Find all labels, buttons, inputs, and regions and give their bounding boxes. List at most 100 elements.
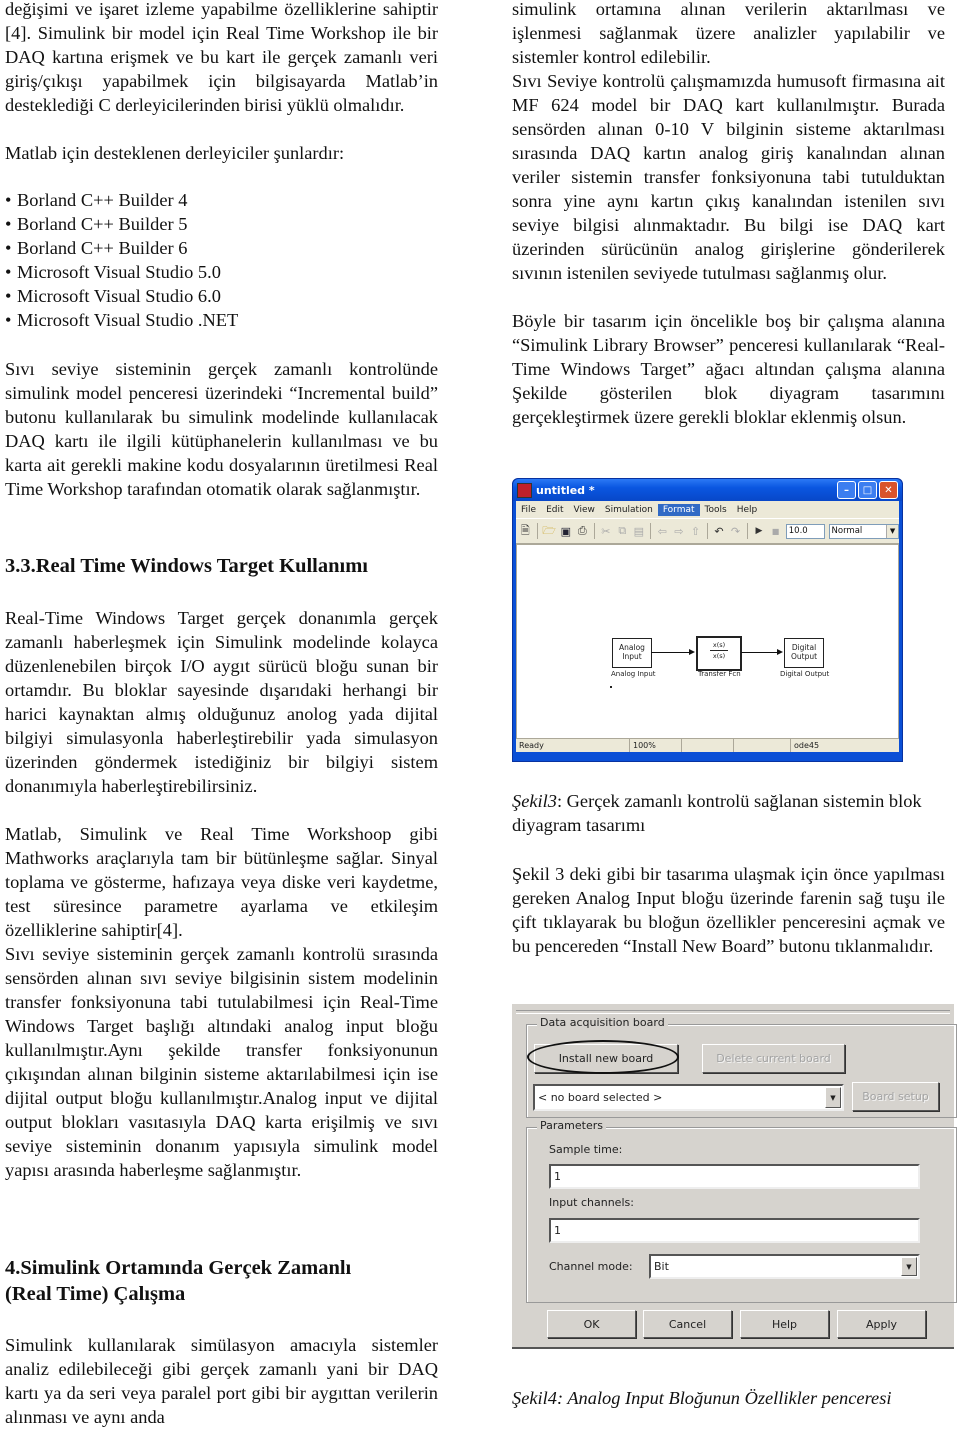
paste-icon[interactable]: ▤ <box>633 525 646 538</box>
menu-format[interactable]: Format <box>657 503 700 516</box>
board-setup-button[interactable]: Board setup <box>852 1082 939 1111</box>
toolbar-separator <box>593 523 595 539</box>
new-icon[interactable]: 🗎 <box>519 524 532 538</box>
section-4-heading: 4.Simulink Ortamında Gerçek Zamanlı (Rea… <box>5 1257 352 1305</box>
print-icon[interactable]: ⎙ <box>576 524 589 538</box>
analog-input-properties-dialog: Data acquisition board Install new board… <box>512 1004 957 1349</box>
channel-mode-select[interactable]: Bit ▼ <box>649 1254 920 1279</box>
compilers-intro: Matlab için desteklenen derleyiciler şun… <box>5 143 345 163</box>
bullet-icon: • <box>5 286 12 306</box>
list-item: • Borland C++ Builder 6 <box>5 238 188 258</box>
simulation-mode-select[interactable]: Normal ▼ <box>828 523 900 539</box>
input-channels-input[interactable]: 1 <box>549 1218 920 1243</box>
highlight-ellipse <box>527 1040 679 1074</box>
back-icon[interactable]: ⇦ <box>656 525 669 538</box>
status-state: Ready <box>516 739 630 752</box>
compiler-list: • Borland C++ Builder 4 • Borland C++ Buil… <box>5 188 438 332</box>
arrow-icon <box>689 649 695 655</box>
figure-3-caption: Şekil3: Gerçek zamanlı kontrolü sağlanan… <box>512 791 922 835</box>
rtwt-paragraph: Real-Time Windows Target gerçek donanıml… <box>5 608 438 796</box>
transfer-fcn-block[interactable]: x(s) x(s) <box>696 636 742 671</box>
signal-line <box>741 652 777 653</box>
sample-time-label: Sample time: <box>549 1143 623 1156</box>
section-4-paragraph: Simulink kullanılarak simülasyon amacıyl… <box>5 1335 438 1427</box>
up-icon[interactable]: ⇧ <box>689 525 702 538</box>
bullet-icon: • <box>5 238 12 258</box>
design-paragraph: Böyle bir tasarım için öncelikle boş bir… <box>512 311 945 427</box>
cut-icon[interactable]: ✂ <box>600 525 613 538</box>
daq-board-group-title: Data acquisition board <box>537 1016 668 1029</box>
undo-icon[interactable]: ↶ <box>713 525 726 538</box>
list-item: • Borland C++ Builder 5 <box>5 214 188 234</box>
toolbar: 🗎 🗁 ▣ ⎙ ✂ ⧉ ▤ ⇦ ⇨ ⇧ ↶ ↷ ▶ ■ 10.0 Normal ▼ <box>516 518 900 544</box>
model-canvas[interactable]: Analog Input Analog Input x(s) x(s) Tran… <box>516 544 899 739</box>
status-empty <box>682 739 734 752</box>
play-icon[interactable]: ▶ <box>753 525 766 538</box>
ok-button[interactable]: OK <box>547 1310 636 1338</box>
menu-file[interactable]: File <box>516 504 541 516</box>
apply-button[interactable]: Apply <box>837 1310 926 1338</box>
list-item: • Microsoft Visual Studio 6.0 <box>5 286 221 306</box>
toolbar-separator <box>650 523 652 539</box>
liquid-level-paragraph: Sıvı seviye sisteminin gerçek zamanlı ko… <box>5 944 438 1180</box>
digital-output-block[interactable]: Digital Output <box>784 638 824 668</box>
chevron-down-icon: ▼ <box>825 1087 841 1108</box>
stop-icon[interactable]: ■ <box>769 525 782 538</box>
fraction-bar <box>710 650 728 651</box>
menu-view[interactable]: View <box>569 504 600 516</box>
mathworks-paragraph: Matlab, Simulink ve Real Time Workshoop … <box>5 824 438 940</box>
list-item: • Microsoft Visual Studio 5.0 <box>5 262 221 282</box>
toolbar-separator <box>706 523 708 539</box>
redo-icon[interactable]: ↷ <box>729 525 742 538</box>
status-empty <box>734 739 791 752</box>
bullet-icon: • <box>5 190 12 210</box>
open-icon[interactable]: 🗁 <box>542 524 556 538</box>
toolbar-separator <box>536 523 538 539</box>
transfer-fcn-label: Transfer Fcn <box>698 670 741 678</box>
intro-paragraph: değişimi ve işaret izleme yapabilme özel… <box>5 0 438 115</box>
status-zoom: 100% <box>630 739 682 752</box>
digital-output-label: Digital Output <box>780 670 830 678</box>
menu-edit[interactable]: Edit <box>541 504 568 516</box>
cancel-button[interactable]: Cancel <box>643 1310 732 1338</box>
maximize-button[interactable]: □ <box>858 481 877 499</box>
bullet-icon: • <box>5 262 12 282</box>
save-icon[interactable]: ▣ <box>560 525 573 538</box>
analog-input-label: Analog Input <box>611 670 656 678</box>
analog-input-block[interactable]: Analog Input <box>612 638 652 668</box>
section-3-3-heading: 3.3.Real Time Windows Target Kullanımı <box>5 555 368 577</box>
chevron-down-icon: ▼ <box>886 524 899 538</box>
stop-time-input[interactable]: 10.0 <box>785 523 825 539</box>
divider <box>516 1010 950 1014</box>
close-button[interactable]: ✕ <box>879 481 898 499</box>
status-solver: ode45 <box>794 741 820 750</box>
bullet-icon: • <box>5 310 12 330</box>
minimize-button[interactable]: – <box>837 481 856 499</box>
board-select[interactable]: < no board selected > ▼ <box>533 1084 844 1111</box>
window-titlebar[interactable]: untitled * – □ ✕ <box>513 479 902 501</box>
simulink-app-icon <box>517 482 532 498</box>
continuation-paragraph: simulink ortamına alınan verilerin aktar… <box>512 0 945 67</box>
chevron-down-icon: ▼ <box>901 1257 917 1276</box>
simulink-model-window: untitled * – □ ✕ File Edit View Simulati… <box>512 478 903 762</box>
install-board-paragraph: Şekil 3 deki gibi bir tasarıma ulaşmak i… <box>512 864 945 956</box>
menu-simulation[interactable]: Simulation <box>600 504 658 516</box>
status-bar: Ready 100% ode45 <box>516 739 899 752</box>
window-title: untitled * <box>536 483 595 497</box>
help-button[interactable]: Help <box>740 1310 829 1338</box>
menu-help[interactable]: Help <box>732 504 763 516</box>
menu-bar: File Edit View Simulation Format Tools H… <box>516 501 899 518</box>
incremental-build-paragraph: Sıvı seviye sisteminin gerçek zamanlı ko… <box>5 359 438 499</box>
toolbar-separator <box>746 523 748 539</box>
list-item: • Microsoft Visual Studio .NET <box>5 310 239 330</box>
parameters-group-title: Parameters <box>537 1119 606 1132</box>
channel-mode-label: Channel mode: <box>549 1260 633 1273</box>
figure-4-caption: Şekil4: Analog Input Bloğunun Özellikler… <box>512 1388 892 1408</box>
forward-icon[interactable]: ⇨ <box>673 525 686 538</box>
signal-line <box>651 652 689 653</box>
copy-icon[interactable]: ⧉ <box>616 524 629 538</box>
sample-time-input[interactable]: 1 <box>549 1164 920 1189</box>
delete-current-board-button[interactable]: Delete current board <box>702 1044 845 1073</box>
bullet-icon: • <box>5 214 12 234</box>
menu-tools[interactable]: Tools <box>700 504 732 516</box>
